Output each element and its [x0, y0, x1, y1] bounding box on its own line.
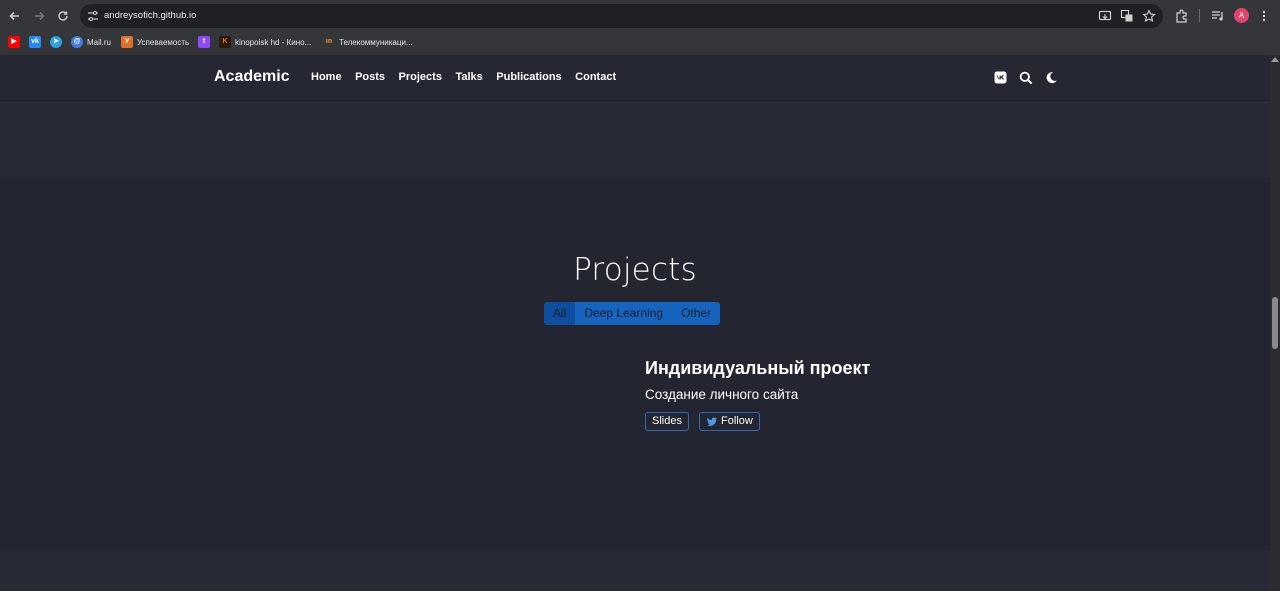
top-spacer	[0, 101, 1270, 177]
bookmark-uspevaemost[interactable]: У Успеваемость	[121, 35, 189, 49]
twitch-icon: t	[198, 36, 210, 48]
twitter-icon	[706, 416, 718, 428]
vk-icon[interactable]	[994, 71, 1008, 85]
menu-item-posts[interactable]: Posts	[355, 71, 385, 83]
search-icon[interactable]	[1019, 71, 1033, 85]
address-bar[interactable]: andreysofich.github.io	[80, 4, 1163, 28]
filter-deep-learning[interactable]: Deep Learning	[575, 302, 673, 325]
bookmarks-bar: ▶ vk ➤ @ Mail.ru У Успеваемость t K kino…	[0, 31, 1280, 53]
page-scrollbar[interactable]	[1270, 55, 1280, 591]
bookmark-youtube[interactable]: ▶	[8, 35, 24, 49]
menu-item-projects[interactable]: Projects	[399, 71, 442, 83]
site-brand[interactable]: Academic	[214, 68, 290, 86]
usp-icon: У	[121, 36, 133, 48]
browser-chrome: andreysofich.github.io A ▶ vk ➤ @ Mail.r…	[0, 0, 1280, 55]
bookmark-label: Телекоммуникаци...	[339, 37, 413, 47]
browser-menu-icon[interactable]	[1256, 8, 1272, 24]
project-title[interactable]: Индивидуальный проект	[645, 358, 870, 379]
translate-icon[interactable]	[1120, 9, 1134, 23]
back-arrow-icon[interactable]	[7, 8, 23, 24]
bookmark-vk[interactable]: vk	[29, 35, 45, 49]
kinopoisk-icon: K	[219, 36, 231, 48]
forward-arrow-icon[interactable]	[31, 8, 47, 24]
menu-item-contact[interactable]: Contact	[575, 71, 616, 83]
project-summary: Создание личного сайта	[645, 387, 799, 402]
slides-button[interactable]: Slides	[645, 412, 689, 431]
follow-button-label: Follow	[721, 415, 753, 427]
media-queue-icon[interactable]	[1210, 8, 1226, 24]
scrollbar-thumb[interactable]	[1272, 297, 1278, 349]
menu-item-talks[interactable]: Talks	[455, 71, 482, 83]
project-filters: All Deep Learning Other	[544, 302, 721, 325]
projects-section: Projects All Deep Learning Other Индивид…	[0, 177, 1270, 551]
projects-title: Projects	[573, 252, 697, 288]
dark-mode-moon-icon[interactable]	[1045, 71, 1059, 85]
menu-item-home[interactable]: Home	[311, 71, 342, 83]
bookmark-label: Успеваемость	[137, 37, 190, 47]
vk-icon: vk	[29, 36, 41, 48]
url-text[interactable]: andreysofich.github.io	[104, 4, 196, 28]
bookmark-twitch[interactable]: t	[198, 35, 214, 49]
profile-avatar[interactable]: A	[1234, 8, 1249, 23]
telecom-icon: ın	[325, 38, 333, 45]
site-info-icon[interactable]	[86, 9, 100, 23]
telegram-icon: ➤	[50, 36, 62, 48]
extensions-icon[interactable]	[1174, 8, 1190, 24]
web-page: Academic Home Posts Projects Talks Publi…	[0, 55, 1270, 591]
filter-other[interactable]: Other	[672, 302, 721, 325]
scroll-up-arrow-icon[interactable]	[1271, 57, 1279, 62]
slides-button-label: Slides	[652, 415, 682, 427]
bookmark-telecom[interactable]: ın Телекоммуникаци...	[323, 35, 413, 49]
toolbar-separator	[1199, 9, 1200, 22]
menu-item-publications[interactable]: Publications	[496, 71, 561, 83]
reload-icon[interactable]	[55, 8, 71, 24]
follow-button[interactable]: Follow	[699, 412, 760, 431]
bookmark-label: kinopoisk hd - Кино...	[235, 37, 312, 47]
browser-toolbar: andreysofich.github.io A	[0, 0, 1280, 31]
bookmark-kinopoisk[interactable]: K kinopoisk hd - Кино...	[219, 35, 311, 49]
bookmark-telegram[interactable]: ➤	[50, 35, 66, 49]
site-navbar: Academic Home Posts Projects Talks Publi…	[0, 55, 1270, 101]
install-app-icon[interactable]	[1098, 9, 1112, 23]
bookmark-mailru[interactable]: @ Mail.ru	[71, 35, 111, 49]
bookmark-star-icon[interactable]	[1142, 9, 1156, 23]
site-menu: Home Posts Projects Talks Publications C…	[311, 71, 630, 83]
filter-all[interactable]: All	[544, 302, 576, 325]
bottom-spacer	[0, 551, 1270, 591]
bookmark-label: Mail.ru	[87, 37, 112, 47]
youtube-icon: ▶	[8, 36, 20, 48]
mailru-icon: @	[71, 36, 83, 48]
